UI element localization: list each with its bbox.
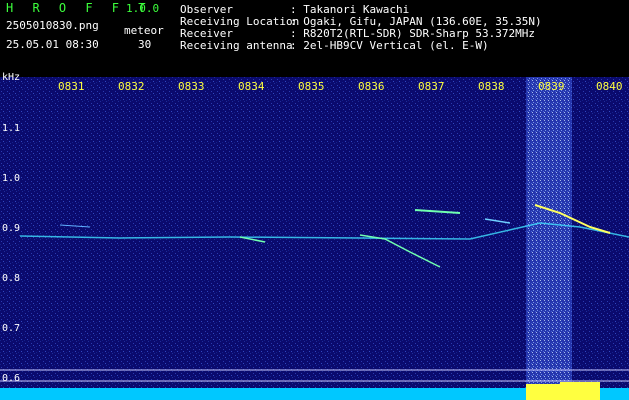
antenna-label: Receiving antenna — [180, 39, 293, 52]
time-tick-label: 0832 — [118, 80, 145, 93]
y-tick-label: 1.0 — [2, 173, 21, 184]
app-version: 1.0.0 — [126, 2, 160, 15]
time-tick-label: 0838 — [478, 80, 505, 93]
file-name: 2505010830.png — [6, 19, 99, 32]
antenna-value: : 2el-HB9CV Vertical (el. E-W) — [290, 39, 489, 52]
noise-burst — [526, 77, 572, 400]
date-time: 25.05.01 08:30 — [6, 38, 99, 51]
time-tick-label: 0837 — [418, 80, 445, 93]
time-tick-label: 0840 — [596, 80, 623, 93]
meteor-count: 30 — [138, 38, 152, 51]
y-tick-label: 1.1 — [2, 123, 21, 134]
y-tick-label: 0.8 — [2, 273, 21, 284]
time-tick-label: 0834 — [238, 80, 265, 93]
time-tick-label: 0835 — [298, 80, 325, 93]
spectrogram-plot — [0, 77, 629, 400]
y-axis-unit: kHz — [2, 72, 21, 83]
meteor-label: meteor — [124, 24, 164, 37]
time-tick-label: 0833 — [178, 80, 205, 93]
time-tick-label: 0836 — [358, 80, 385, 93]
y-tick-label: 0.9 — [2, 223, 21, 234]
time-tick-label: 0831 — [58, 80, 85, 93]
y-tick-label: 0.6 — [2, 373, 21, 384]
time-tick-label: 0839 — [538, 80, 565, 93]
header-panel: H R O F F T 1.0.0 2505010830.png meteor … — [0, 0, 629, 77]
y-tick-label: 0.7 — [2, 323, 21, 334]
signal-peak — [560, 382, 600, 400]
